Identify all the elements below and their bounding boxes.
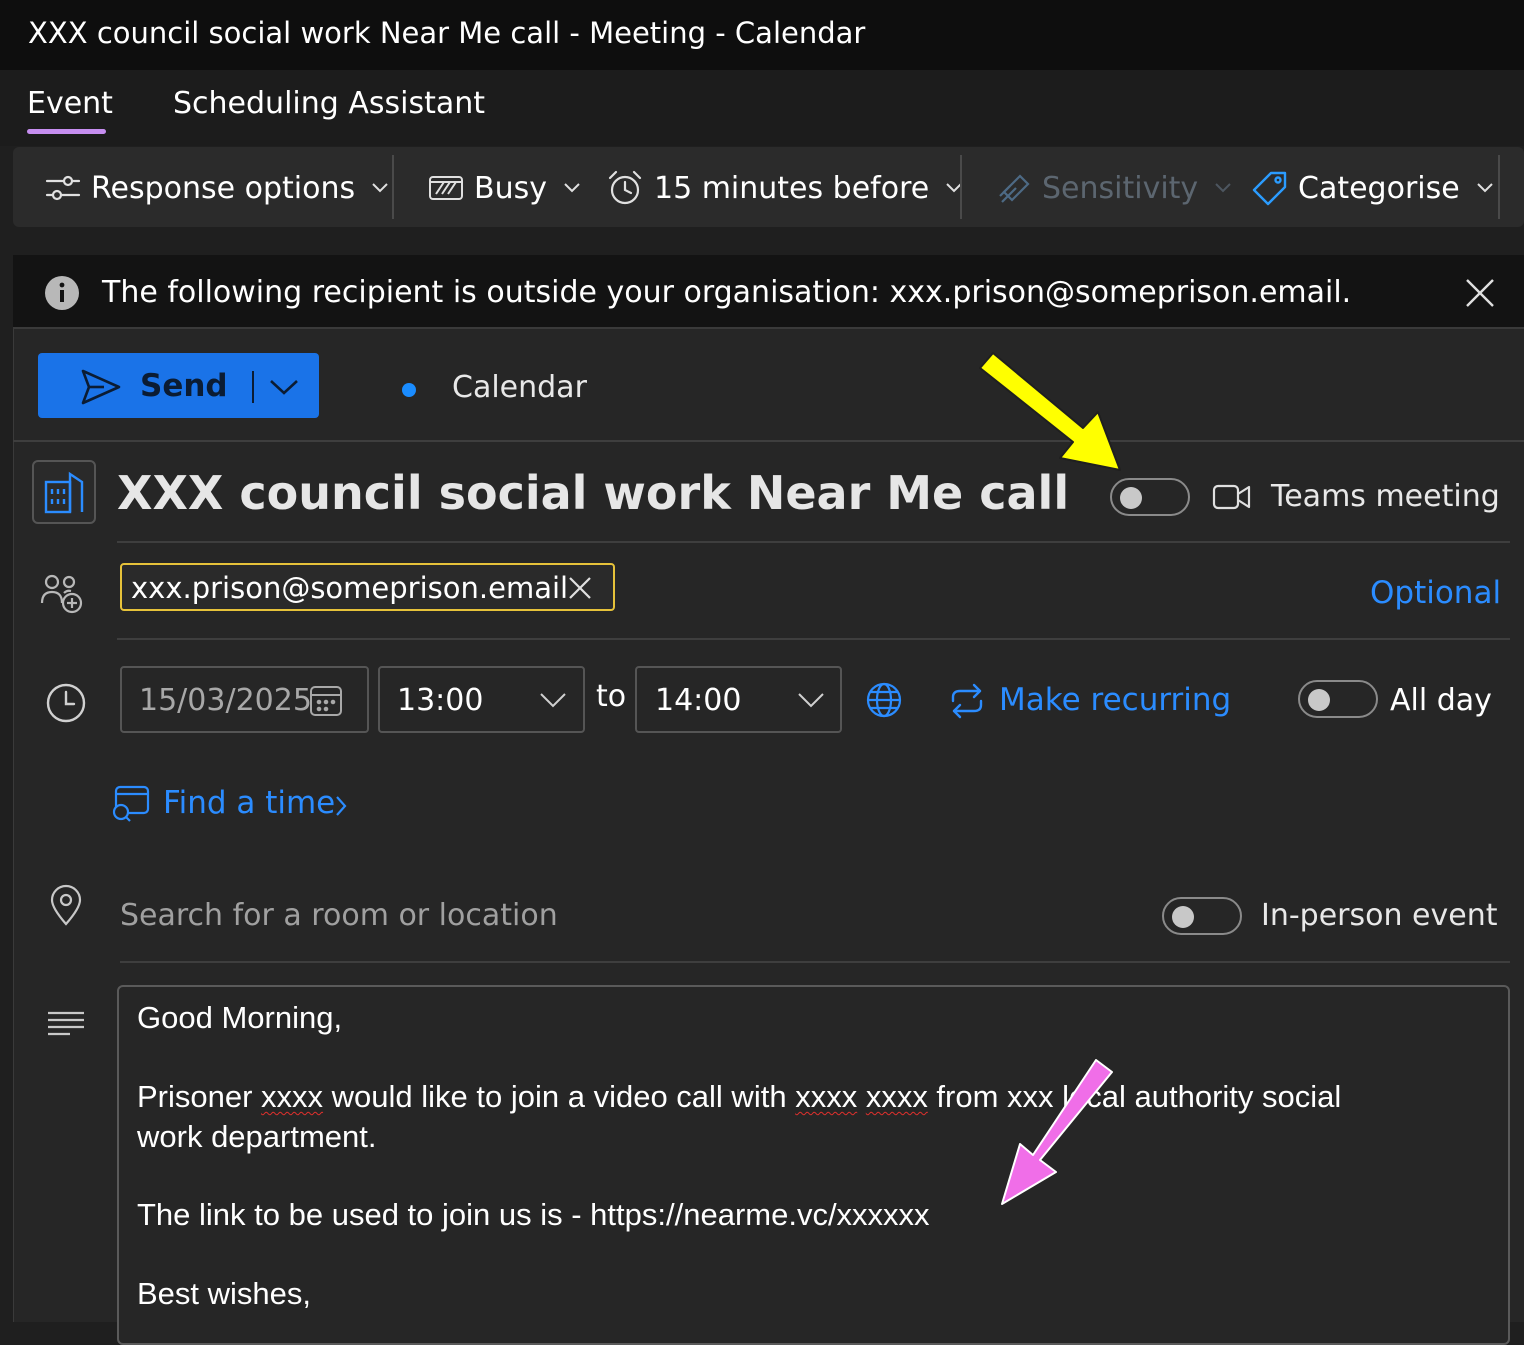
body-signoff: Best wishes, — [137, 1276, 312, 1311]
all-day-label: All day — [1390, 683, 1492, 718]
location-search-input[interactable]: Search for a room or location — [120, 898, 558, 933]
response-options-label: Response options — [91, 170, 356, 206]
send-icon — [80, 368, 122, 406]
calendar-icon — [308, 684, 344, 718]
building-icon — [32, 460, 96, 524]
send-options-chevron-icon[interactable] — [268, 377, 300, 397]
teams-meeting-toggle[interactable] — [1110, 478, 1190, 516]
remove-attendee-close-icon[interactable] — [568, 576, 592, 600]
attendee-email: xxx.prison@someprison.email — [131, 571, 569, 605]
find-a-time-link[interactable]: Find a time — [163, 785, 335, 821]
divider — [117, 541, 1510, 543]
subject-input[interactable]: XXX council social work Near Me call — [117, 466, 1069, 520]
add-people-icon — [40, 573, 86, 615]
pink-annotation-arrow-icon — [998, 1058, 1116, 1206]
body-line-1: Prisoner xxxx would like to join a video… — [137, 1079, 1342, 1114]
busy-status-icon — [428, 172, 464, 204]
toolbar-divider — [392, 155, 394, 219]
in-person-label: In-person event — [1261, 898, 1498, 933]
tab-event[interactable]: Event — [27, 86, 113, 121]
window-title: XXX council social work Near Me call - M… — [28, 16, 866, 50]
location-pin-icon — [48, 884, 84, 926]
date-value: 15/03/2025 — [139, 683, 312, 718]
send-label: Send — [140, 368, 228, 404]
external-recipient-message: The following recipient is outside your … — [102, 275, 1352, 310]
close-icon[interactable] — [1464, 277, 1496, 309]
reminder-dropdown[interactable]: 15 minutes before — [606, 165, 963, 211]
categorise-dropdown[interactable]: Categorise — [1252, 165, 1494, 211]
in-person-toggle[interactable] — [1162, 897, 1242, 935]
busy-label: Busy — [474, 170, 547, 206]
make-recurring-link[interactable]: Make recurring — [999, 682, 1231, 718]
body-greeting: Good Morning, — [137, 1000, 343, 1035]
optional-attendees-link[interactable]: Optional — [1370, 575, 1501, 611]
end-time-value: 14:00 — [655, 683, 742, 718]
text-lines-icon — [46, 1010, 86, 1038]
teams-meeting-label: Teams meeting — [1271, 479, 1500, 514]
calendar-selector[interactable]: Calendar — [452, 370, 587, 405]
body-line-2: work department. — [137, 1119, 377, 1154]
alarm-clock-icon — [606, 169, 644, 207]
chevron-down-icon — [1214, 182, 1232, 194]
chevron-down-icon — [563, 182, 581, 194]
sensitivity-icon — [996, 170, 1032, 206]
toolbar-divider — [1498, 155, 1500, 219]
divider — [117, 638, 1510, 640]
globe-icon[interactable] — [865, 681, 903, 719]
sensitivity-label: Sensitivity — [1042, 170, 1199, 206]
sensitivity-dropdown[interactable]: Sensitivity — [996, 165, 1232, 211]
toolbar-divider — [960, 155, 962, 219]
message-body-editor[interactable] — [117, 985, 1510, 1345]
start-time-value: 13:00 — [397, 683, 484, 718]
response-options-button[interactable]: Response options — [45, 165, 389, 211]
video-camera-icon — [1212, 481, 1252, 513]
chevron-down-icon — [539, 691, 567, 709]
reminder-label: 15 minutes before — [654, 170, 930, 206]
yellow-annotation-arrow-icon — [975, 350, 1125, 475]
active-tab-indicator — [27, 129, 106, 134]
chevron-down-icon — [1476, 182, 1494, 194]
chevron-down-icon — [371, 182, 389, 194]
to-label: to — [596, 679, 627, 714]
calendar-color-dot — [402, 383, 416, 397]
divider — [120, 961, 1510, 963]
chevron-right-icon — [334, 795, 348, 817]
clock-icon — [45, 682, 87, 724]
divider — [13, 440, 1524, 442]
sliders-icon — [45, 172, 81, 204]
find-time-icon — [110, 784, 150, 822]
tab-scheduling-assistant[interactable]: Scheduling Assistant — [173, 86, 485, 121]
chevron-down-icon — [797, 691, 825, 709]
busy-dropdown[interactable]: Busy — [428, 165, 581, 211]
all-day-toggle[interactable] — [1298, 680, 1378, 718]
send-split-divider — [252, 371, 254, 403]
tag-icon — [1252, 170, 1288, 206]
body-link-line: The link to be used to join us is - http… — [137, 1197, 930, 1232]
categorise-label: Categorise — [1298, 170, 1460, 206]
recurring-icon — [948, 683, 986, 719]
info-icon — [44, 275, 80, 311]
